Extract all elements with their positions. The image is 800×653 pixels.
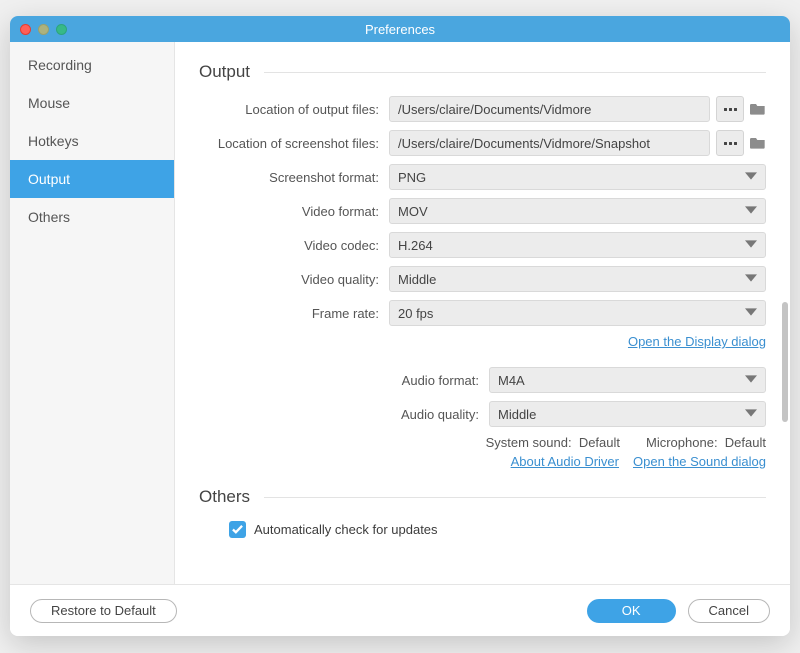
video-codec-label: Video codec: — [199, 238, 389, 253]
preferences-window: Preferences Recording Mouse Hotkeys Outp… — [10, 16, 790, 636]
video-format-select[interactable]: MOV — [389, 198, 766, 224]
sidebar-item-mouse[interactable]: Mouse — [10, 84, 174, 122]
sidebar-item-hotkeys[interactable]: Hotkeys — [10, 122, 174, 160]
frame-rate-select[interactable]: 20 fps — [389, 300, 766, 326]
sidebar: Recording Mouse Hotkeys Output Others — [10, 42, 175, 584]
sidebar-item-recording[interactable]: Recording — [10, 46, 174, 84]
auto-update-checkbox[interactable] — [229, 521, 246, 538]
chevron-down-icon — [745, 204, 757, 219]
about-audio-driver-link[interactable]: About Audio Driver — [511, 454, 619, 469]
location-screenshot-field[interactable]: /Users/claire/Documents/Vidmore/Snapshot — [389, 130, 710, 156]
audio-quality-label: Audio quality: — [199, 407, 489, 422]
chevron-down-icon — [745, 306, 757, 321]
system-sound-value: Default — [579, 435, 620, 450]
chevron-down-icon — [745, 170, 757, 185]
chevron-down-icon — [745, 407, 757, 422]
location-output-field[interactable]: /Users/claire/Documents/Vidmore — [389, 96, 710, 122]
chevron-down-icon — [745, 272, 757, 287]
open-display-dialog-link[interactable]: Open the Display dialog — [628, 334, 766, 349]
dialog-footer: Restore to Default OK Cancel — [10, 584, 790, 636]
open-screenshot-folder-icon[interactable] — [750, 135, 766, 152]
screenshot-format-select[interactable]: PNG — [389, 164, 766, 190]
others-section-title: Others — [199, 487, 766, 507]
browse-screenshot-button[interactable] — [716, 130, 744, 156]
open-output-folder-icon[interactable] — [750, 101, 766, 118]
ok-button[interactable]: OK — [587, 599, 676, 623]
sidebar-item-others[interactable]: Others — [10, 198, 174, 236]
microphone-value: Default — [725, 435, 766, 450]
audio-quality-select[interactable]: Middle — [489, 401, 766, 427]
restore-default-button[interactable]: Restore to Default — [30, 599, 177, 623]
video-codec-select[interactable]: H.264 — [389, 232, 766, 258]
location-output-label: Location of output files: — [199, 102, 389, 117]
system-sound-label: System sound: — [486, 435, 572, 450]
video-format-label: Video format: — [199, 204, 389, 219]
output-section-title: Output — [199, 62, 766, 82]
titlebar: Preferences — [10, 16, 790, 42]
chevron-down-icon — [745, 373, 757, 388]
location-screenshot-label: Location of screenshot files: — [199, 136, 389, 151]
open-sound-dialog-link[interactable]: Open the Sound dialog — [633, 454, 766, 469]
screenshot-format-label: Screenshot format: — [199, 170, 389, 185]
browse-output-button[interactable] — [716, 96, 744, 122]
window-title: Preferences — [10, 22, 790, 37]
auto-update-label: Automatically check for updates — [254, 522, 438, 537]
video-quality-select[interactable]: Middle — [389, 266, 766, 292]
audio-format-select[interactable]: M4A — [489, 367, 766, 393]
sidebar-item-output[interactable]: Output — [10, 160, 174, 198]
frame-rate-label: Frame rate: — [199, 306, 389, 321]
chevron-down-icon — [745, 238, 757, 253]
video-quality-label: Video quality: — [199, 272, 389, 287]
cancel-button[interactable]: Cancel — [688, 599, 770, 623]
audio-format-label: Audio format: — [199, 373, 489, 388]
scrollbar[interactable] — [782, 302, 788, 422]
microphone-label: Microphone: — [646, 435, 718, 450]
